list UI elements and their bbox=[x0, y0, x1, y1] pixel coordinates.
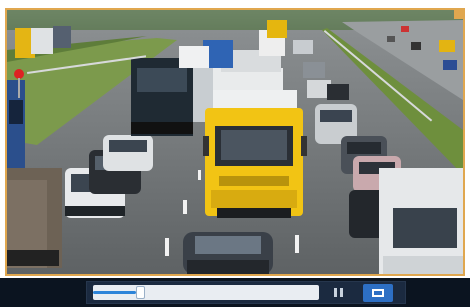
progress-handle[interactable] bbox=[136, 286, 145, 299]
playback-control-bar bbox=[0, 278, 470, 307]
truck-left-blue bbox=[7, 80, 25, 168]
truck-yellow bbox=[203, 90, 307, 218]
camera-frame bbox=[7, 10, 463, 274]
recording-indicator bbox=[454, 10, 463, 19]
progress-fill bbox=[93, 291, 136, 294]
video-viewport[interactable] bbox=[5, 8, 465, 276]
pause-button[interactable] bbox=[329, 285, 347, 300]
progress-slider[interactable] bbox=[93, 285, 319, 300]
playback-controls bbox=[86, 281, 406, 304]
truck-left-front bbox=[7, 168, 62, 268]
fullscreen-button[interactable] bbox=[363, 284, 393, 302]
car-white-2 bbox=[103, 135, 153, 171]
car-grey-bottom bbox=[183, 232, 273, 274]
truck-white-right bbox=[379, 168, 463, 274]
